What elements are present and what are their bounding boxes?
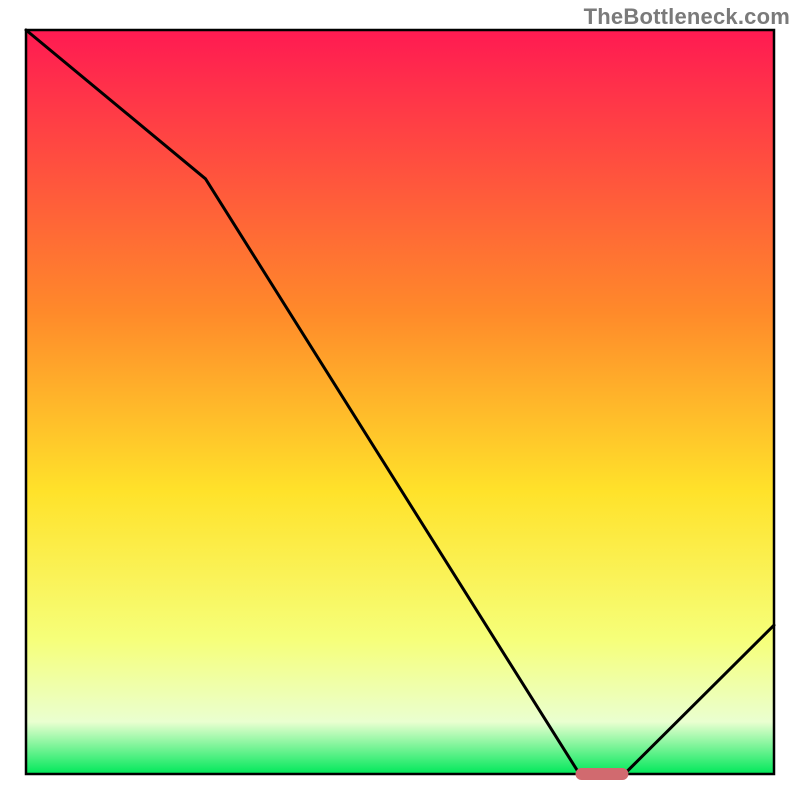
optimal-range-marker — [576, 768, 629, 780]
bottleneck-chart — [0, 0, 800, 800]
chart-container: TheBottleneck.com — [0, 0, 800, 800]
heat-gradient — [26, 30, 774, 774]
plot-area — [26, 30, 774, 774]
watermark-text: TheBottleneck.com — [584, 4, 790, 30]
